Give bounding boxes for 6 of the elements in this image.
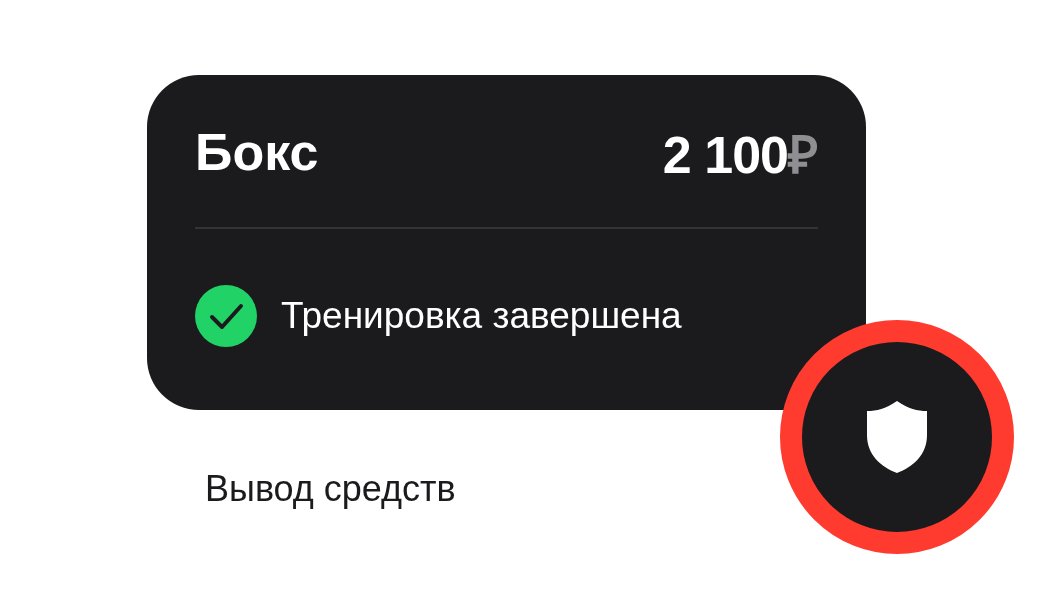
card-title: Бокс: [195, 122, 319, 182]
shield-icon: [865, 399, 929, 475]
currency-sign: ₽: [788, 124, 818, 186]
status-text: Тренировка завершена: [281, 295, 682, 337]
price-amount: 2 100: [662, 124, 788, 185]
caption-text: Вывод средств: [205, 468, 456, 510]
